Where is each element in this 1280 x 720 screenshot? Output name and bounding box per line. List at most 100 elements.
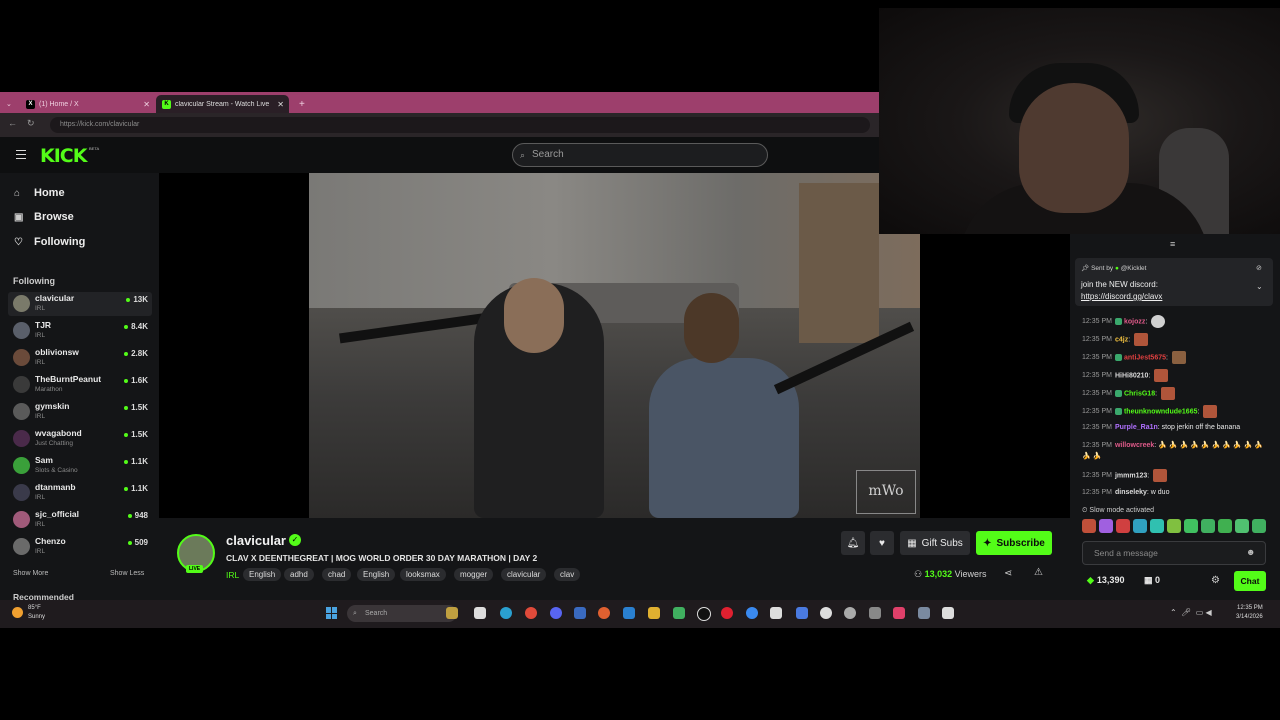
channel-item[interactable]: Sam Slots & Casino 1.1K	[8, 454, 152, 478]
system-tray[interactable]: ⌃ 🎤︎ ▭ ◀︎	[1170, 608, 1212, 617]
emote[interactable]	[1167, 519, 1181, 533]
search-icon: ⌕	[520, 150, 526, 160]
badge-icon	[1114, 390, 1122, 397]
menu-icon[interactable]	[16, 150, 26, 162]
opera-icon[interactable]	[721, 607, 733, 619]
taskbar-clock[interactable]: 12:35 PM 3/14/2026	[1236, 604, 1263, 622]
channel-item[interactable]: TJR IRL 8.4K	[8, 319, 152, 343]
hide-pin-icon[interactable]: ⊘	[1256, 264, 1262, 272]
windows-start-icon[interactable]	[326, 607, 338, 619]
app-icon[interactable]	[574, 607, 586, 619]
edge-icon[interactable]	[500, 607, 512, 619]
stream-tag[interactable]: clavicular	[501, 568, 547, 581]
follow-button[interactable]: ♥	[870, 531, 894, 555]
messenger-icon[interactable]	[746, 607, 758, 619]
taskbar-search[interactable]: ⌕ Search	[347, 605, 457, 622]
emoji-icon[interactable]: ☻	[1246, 547, 1255, 557]
channel-points[interactable]: ◆ 13,390	[1087, 575, 1124, 586]
pinned-link[interactable]: https://discord.gg/clavx	[1081, 292, 1162, 301]
tab-kick-stream[interactable]: K clavicular Stream - Watch Live ✕	[156, 95, 289, 113]
stream-tag[interactable]: English	[357, 568, 396, 581]
settings-icon[interactable]	[869, 607, 881, 619]
gift-counter[interactable]: ▦ 0	[1144, 575, 1160, 586]
tiktok-icon[interactable]	[697, 607, 711, 621]
emote-bar[interactable]	[1082, 519, 1272, 535]
chrome-icon[interactable]	[525, 607, 537, 619]
app-icon[interactable]	[770, 607, 782, 619]
chat-send-button[interactable]: Chat	[1234, 571, 1266, 591]
weather-widget[interactable]: 85°F Sunny	[28, 604, 45, 622]
subscribe-button[interactable]: ✦ Subscribe	[976, 531, 1052, 555]
channel-item[interactable]: gymskin IRL 1.5K	[8, 400, 152, 424]
emote	[1154, 369, 1169, 382]
widgets-icon[interactable]	[446, 607, 458, 619]
emote[interactable]	[1099, 519, 1113, 533]
kick-logo[interactable]: KICK	[40, 145, 87, 167]
new-tab-button[interactable]: +	[293, 95, 309, 113]
chevron-down-icon[interactable]: ⌄	[1256, 282, 1263, 291]
channel-item[interactable]: clavicular IRL 13K	[8, 292, 152, 316]
app-icon[interactable]	[796, 607, 808, 619]
emote[interactable]	[1218, 519, 1232, 533]
search-input[interactable]: ⌕ Search	[512, 143, 768, 167]
filter-icon[interactable]: ≡	[1170, 239, 1175, 249]
slow-mode-icon: ⏲︎	[1082, 507, 1088, 514]
notification-bell-button[interactable]: 🔔︎	[841, 531, 865, 555]
streamer-name[interactable]: clavicular	[226, 533, 286, 548]
channel-item[interactable]: TheBurntPeanut Marathon 1.6K	[8, 373, 152, 397]
tab-x-home[interactable]: X (1) Home / X ✕	[20, 95, 155, 113]
channel-item[interactable]: sjc_official IRL 948	[8, 508, 152, 532]
show-less-button[interactable]: Show Less	[110, 570, 144, 577]
emote[interactable]	[1116, 519, 1130, 533]
report-icon[interactable]: ⚠	[1034, 567, 1043, 578]
chat-input[interactable]: Send a message	[1082, 541, 1266, 565]
stream-tag[interactable]: mogger	[454, 568, 494, 581]
gift-subs-button[interactable]: ▦ Gift Subs	[900, 531, 970, 555]
emote[interactable]	[1184, 519, 1198, 533]
file-explorer-icon[interactable]	[648, 607, 660, 619]
gear-icon[interactable]: ⚙	[1211, 575, 1220, 586]
emote[interactable]	[1082, 519, 1096, 533]
stream-tag[interactable]: English	[243, 568, 282, 581]
share-icon[interactable]: ⋖	[1004, 568, 1012, 579]
tiktok-icon[interactable]	[893, 607, 905, 619]
app-icon[interactable]	[623, 607, 635, 619]
emote[interactable]	[1150, 519, 1164, 533]
sun-icon[interactable]	[12, 607, 23, 618]
stream-tag[interactable]: chad	[322, 568, 352, 581]
firefox-icon[interactable]	[598, 607, 610, 619]
back-icon[interactable]: ←	[8, 118, 17, 128]
stream-tag[interactable]: clav	[554, 568, 581, 581]
channel-item[interactable]: Chenzo IRL 509	[8, 535, 152, 559]
nav-browse[interactable]: ▣ Browse	[14, 211, 74, 223]
emote[interactable]	[1252, 519, 1266, 533]
app-icon[interactable]	[844, 607, 856, 619]
emote[interactable]	[1201, 519, 1215, 533]
app-icon[interactable]	[820, 607, 832, 619]
badge-icon	[1114, 318, 1122, 325]
stream-tag[interactable]: adhd	[284, 568, 314, 581]
channel-item[interactable]: dtanmanb IRL 1.1K	[8, 481, 152, 505]
emote[interactable]	[1133, 519, 1147, 533]
nav-home[interactable]: ⌂ Home	[14, 187, 65, 199]
live-dot-icon	[124, 405, 129, 410]
channel-item[interactable]: oblivionsw IRL 2.8K	[8, 346, 152, 370]
tab-list-button[interactable]: ⌄	[4, 95, 14, 113]
video-frame[interactable]	[309, 173, 920, 518]
close-tab-icon[interactable]: ✕	[143, 100, 150, 109]
url-field[interactable]: https://kick.com/clavicular	[50, 117, 870, 133]
nav-following[interactable]: ♡ Following	[14, 236, 85, 248]
discord-icon[interactable]	[550, 607, 562, 619]
reload-icon[interactable]: ↻	[27, 118, 35, 129]
task-view-icon[interactable]	[474, 607, 486, 619]
app-icon[interactable]	[918, 607, 930, 619]
stream-category[interactable]: IRL	[226, 570, 239, 580]
emote[interactable]	[1235, 519, 1249, 533]
show-more-button[interactable]: Show More	[13, 570, 48, 577]
stream-tag[interactable]: looksmax	[400, 568, 446, 581]
close-tab-icon[interactable]: ✕	[277, 100, 284, 109]
app-icon[interactable]	[673, 607, 685, 619]
kick-taskbar-icon[interactable]	[942, 607, 954, 619]
live-dot-icon	[124, 324, 129, 329]
channel-item[interactable]: wvagabond Just Chatting 1.5K	[8, 427, 152, 451]
